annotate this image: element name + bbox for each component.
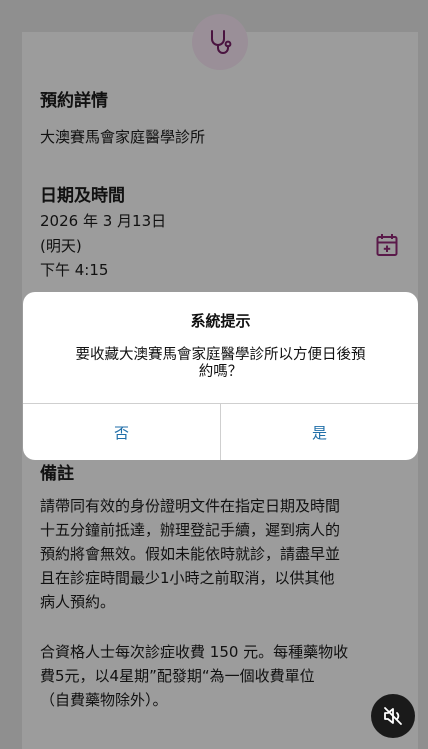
yes-button[interactable]: 是 <box>221 404 418 460</box>
dialog-message-line: 約嗎？ <box>198 364 243 380</box>
clinic-name: 大澳賽馬會家庭醫學診所 <box>40 128 206 146</box>
dialog-message: 要收藏大澳賽馬會家庭醫學診所以方便日後預 約嗎？ <box>53 347 388 381</box>
datetime-heading: 日期及時間 <box>40 186 125 206</box>
remarks-line: 請帶同有效的身份證明文件在指定日期及時間 <box>40 497 341 515</box>
fee-text: 合資格人士每次診症收費 150 元。每種藥物收 費5元，以4星期”配發期“為一個… <box>40 640 380 712</box>
dialog-message-line: 要收藏大澳賽馬會家庭醫學診所以方便日後預 <box>75 347 366 363</box>
stethoscope-icon <box>192 14 248 70</box>
appointment-time: 下午 4:15 <box>40 261 109 279</box>
appointment-date: 2026 年 3 月13日 <box>40 212 167 230</box>
favorite-clinic-dialog: 系統提示 要收藏大澳賽馬會家庭醫學診所以方便日後預 約嗎？ 否 是 <box>23 292 418 460</box>
remarks-line: 預約將會無效。假如未能依時就診，請盡早並 <box>40 545 341 563</box>
fee-line: （自費藥物除外）。 <box>40 691 168 709</box>
remarks-line: 十五分鐘前抵達，辦理登記手續，遲到病人的 <box>40 521 341 539</box>
fee-line: 合資格人士每次診症收費 150 元。每種藥物收 <box>40 643 349 661</box>
remarks-text: 請帶同有效的身份證明文件在指定日期及時間 十五分鐘前抵達，辦理登記手續，遲到病人… <box>40 494 380 614</box>
remarks-line: 且在診症時間最少1小時之前取消，以供其他 <box>40 569 335 587</box>
no-button[interactable]: 否 <box>23 404 220 460</box>
details-heading: 預約詳情 <box>40 91 108 111</box>
fee-line: 費5元，以4星期”配發期“為一個收費單位 <box>40 667 315 685</box>
remarks-heading: 備註 <box>40 464 74 484</box>
mute-button[interactable] <box>371 694 415 738</box>
calendar-add-icon[interactable] <box>376 233 398 261</box>
remarks-line: 病人預約。 <box>40 593 116 611</box>
dialog-title: 系統提示 <box>190 312 251 330</box>
day-note: (明天) <box>40 237 82 255</box>
speaker-muted-icon <box>384 707 402 725</box>
